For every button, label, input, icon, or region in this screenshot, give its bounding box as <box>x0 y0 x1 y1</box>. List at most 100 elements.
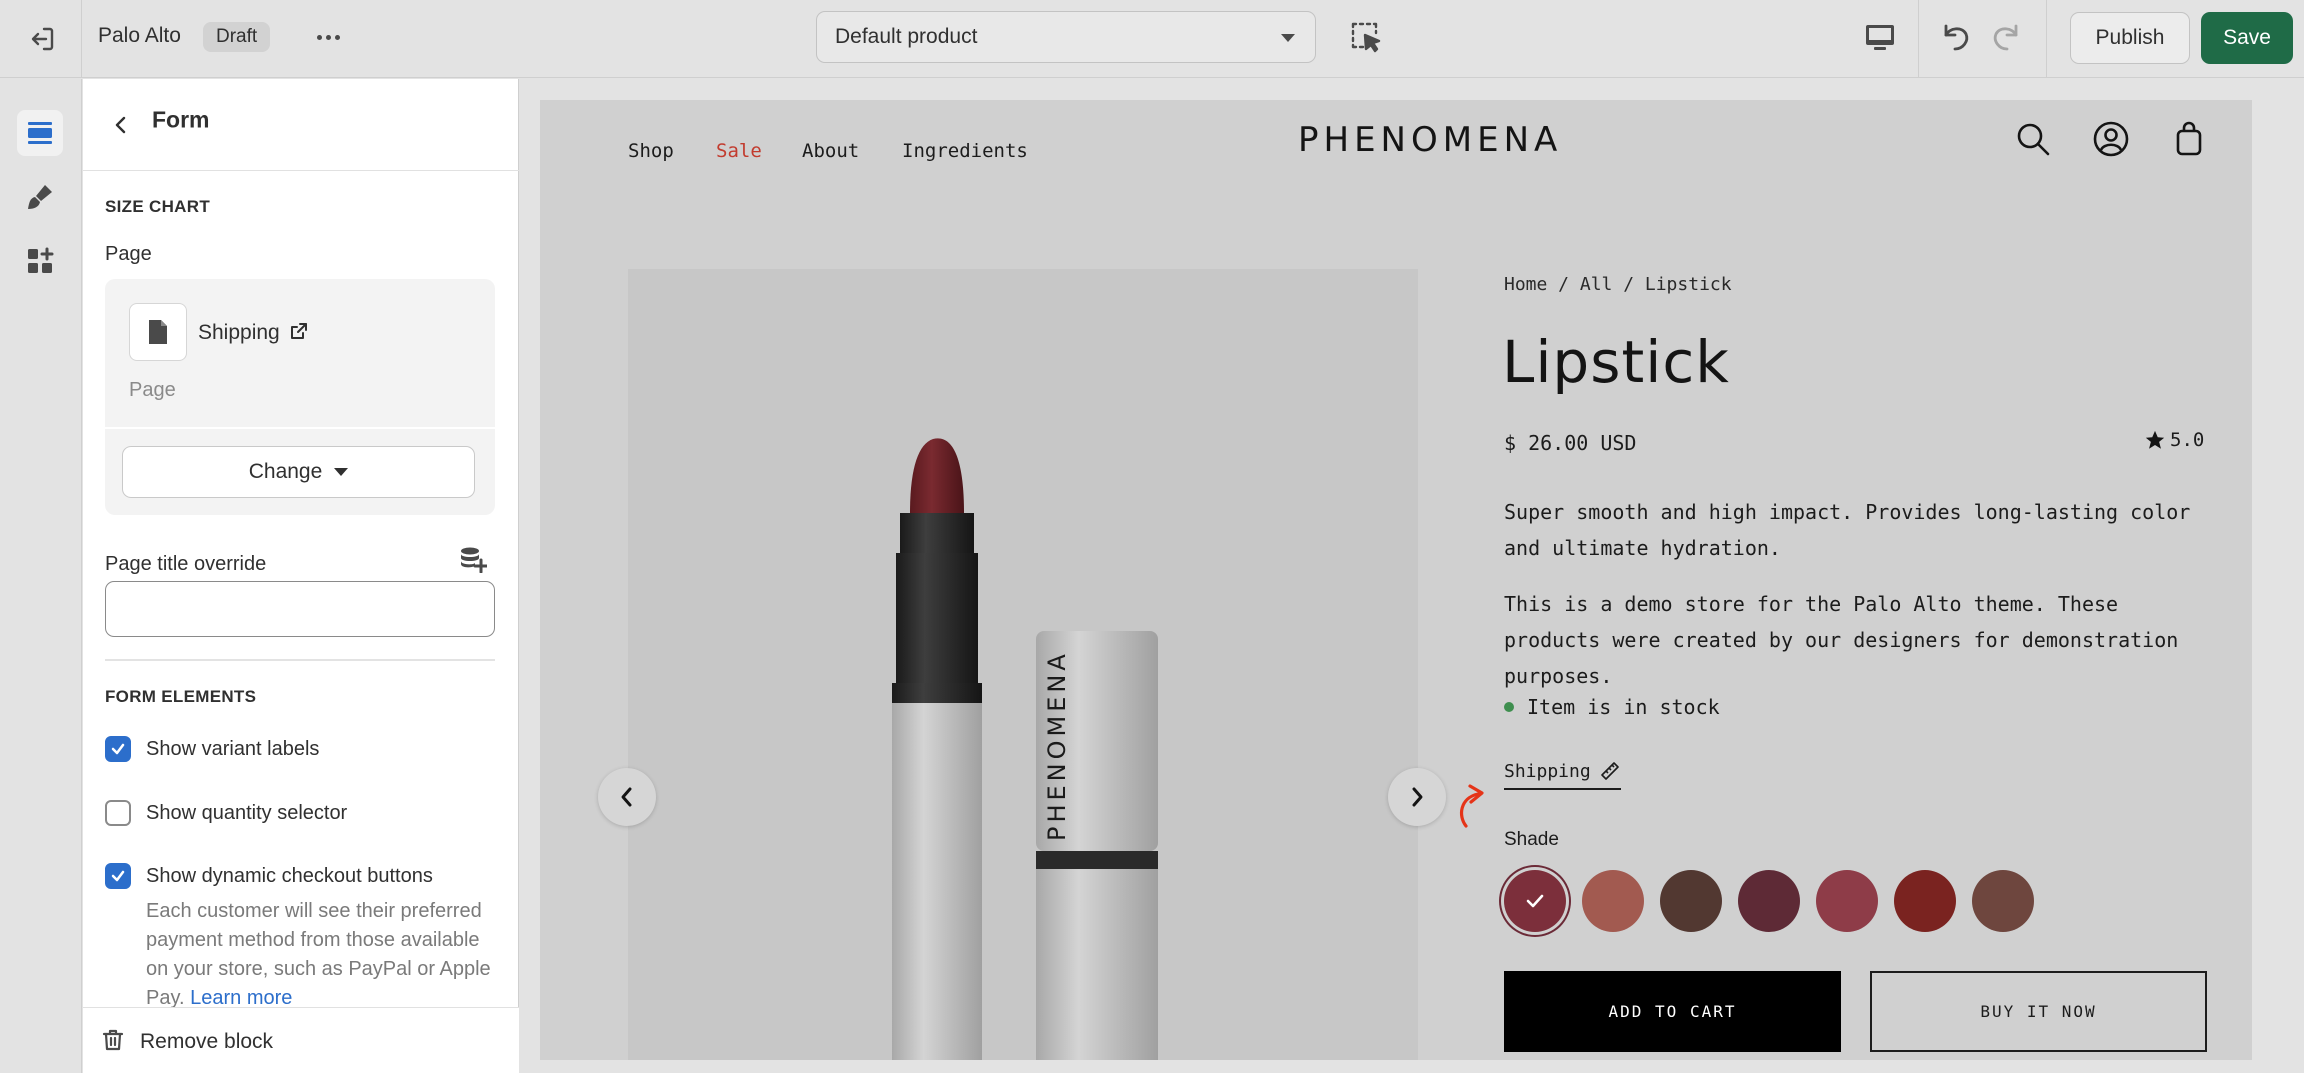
checkmark-icon <box>111 743 125 755</box>
chevron-left-icon <box>621 787 632 807</box>
panel-header: Form <box>83 79 519 171</box>
exit-editor-button[interactable] <box>0 0 82 78</box>
inspector-select-icon[interactable] <box>1348 19 1384 55</box>
star-icon <box>2145 430 2165 449</box>
buy-it-now-button[interactable]: BUY IT NOW <box>1870 971 2207 1052</box>
nav-link-about[interactable]: About <box>802 140 859 162</box>
product-price: $ 26.00 USD <box>1504 431 1637 455</box>
nav-link-shop[interactable]: Shop <box>628 140 674 162</box>
lipstick-illustration: PHENOMENA <box>892 438 1158 1060</box>
size-chart-link-label: Shipping <box>1504 760 1591 782</box>
shade-swatch[interactable] <box>1504 870 1566 932</box>
shade-label: Shade <box>1504 829 1559 850</box>
product-rating[interactable]: 5.0 <box>2144 429 2204 451</box>
shade-swatch[interactable] <box>1972 870 2034 932</box>
shade-swatch[interactable] <box>1816 870 1878 932</box>
apps-nav-button[interactable] <box>17 238 63 284</box>
document-icon <box>149 320 167 344</box>
change-button-label: Change <box>248 460 323 483</box>
storefront-preview: Shop Sale About Ingredients PHENOMENA PH… <box>540 100 2252 1060</box>
section-heading-size-chart: SIZE CHART <box>105 197 210 216</box>
annotation-arrow-icon <box>1459 784 1484 828</box>
shade-swatch[interactable] <box>1738 870 1800 932</box>
carousel-next-button[interactable] <box>1388 768 1446 826</box>
show-variant-labels-checkbox-row[interactable]: Show variant labels <box>105 736 319 762</box>
change-page-button[interactable]: Change <box>122 446 475 498</box>
shade-swatch[interactable] <box>1582 870 1644 932</box>
trash-icon[interactable] <box>101 1028 125 1052</box>
more-dots-icon <box>316 34 322 40</box>
show-dynamic-checkout-checkbox-row[interactable]: Show dynamic checkout buttons <box>105 863 433 889</box>
back-button[interactable] <box>105 109 137 141</box>
panel-title: Form <box>152 106 210 133</box>
shade-swatch[interactable] <box>1660 870 1722 932</box>
undo-icon[interactable] <box>1936 18 1974 56</box>
product-image: PHENOMENA <box>628 269 1418 1060</box>
ruler-icon <box>1600 762 1619 780</box>
show-quantity-selector-checkbox-row[interactable]: Show quantity selector <box>105 800 347 826</box>
nav-link-ingredients[interactable]: Ingredients <box>902 140 1028 162</box>
caret-down-icon <box>334 468 349 477</box>
show-quantity-selector-label: Show quantity selector <box>146 801 348 824</box>
checkmark-icon <box>1504 870 1566 932</box>
in-stock-dot <box>1504 702 1514 712</box>
carousel-prev-button[interactable] <box>598 768 656 826</box>
sections-nav-button[interactable] <box>17 110 63 156</box>
show-dynamic-checkout-label: Show dynamic checkout buttons <box>146 864 433 887</box>
add-to-cart-button[interactable]: ADD TO CART <box>1504 971 1841 1052</box>
page-thumbnail <box>129 303 187 361</box>
toolbar-divider <box>2046 0 2047 78</box>
search-icon[interactable] <box>2014 120 2052 158</box>
dynamic-source-icon[interactable] <box>459 545 487 573</box>
toolbar-divider <box>1918 0 1919 78</box>
more-actions-button[interactable] <box>310 22 346 52</box>
external-link-icon[interactable] <box>290 322 308 340</box>
stock-status: Item is in stock <box>1504 695 1720 719</box>
sections-icon <box>28 122 52 144</box>
theme-settings-nav-button[interactable] <box>17 174 63 220</box>
dynamic-checkout-help-text: Each customer will see their preferred p… <box>146 897 491 1013</box>
size-chart-link[interactable]: Shipping <box>1504 760 1621 790</box>
demo-store-note: This is a demo store for the Palo Alto t… <box>1504 592 2179 688</box>
editor-sidebar-rail <box>0 79 82 1073</box>
learn-more-link[interactable]: Learn more <box>190 987 292 1009</box>
selected-page-type: Page <box>129 379 176 401</box>
store-name: Palo Alto <box>98 24 181 47</box>
rating-value: 5.0 <box>2170 429 2205 451</box>
checkmark-icon <box>111 870 125 882</box>
selected-page-name[interactable]: Shipping <box>198 321 280 345</box>
block-settings-panel: Form SIZE CHART Page Shipping Page Chang… <box>83 79 519 1073</box>
save-button[interactable]: Save <box>2201 12 2293 64</box>
product-title: Lipstick <box>1502 328 1730 396</box>
remove-block-button[interactable]: Remove block <box>140 1030 273 1054</box>
page-title-override-input[interactable] <box>105 581 495 637</box>
template-select-value: Default product <box>835 25 978 48</box>
show-variant-labels-label: Show variant labels <box>146 737 320 760</box>
selected-page-card[interactable]: Shipping Page <box>105 279 495 427</box>
apps-icon <box>28 247 54 273</box>
redo-icon[interactable] <box>1988 18 2026 56</box>
breadcrumb[interactable]: Home / All / Lipstick <box>1504 274 1732 295</box>
publish-button[interactable]: Publish <box>2070 12 2190 64</box>
cart-bag-icon[interactable] <box>2170 120 2208 158</box>
show-quantity-selector-checkbox[interactable] <box>105 800 131 826</box>
panel-footer: Remove block <box>83 1007 519 1073</box>
exit-icon <box>31 27 53 51</box>
product-logo-text: PHENOMENA <box>1043 650 1071 841</box>
status-badge: Draft <box>203 22 271 52</box>
show-variant-labels-checkbox[interactable] <box>105 736 131 762</box>
template-select[interactable]: Default product <box>816 11 1316 63</box>
top-bar: Palo Alto Draft Default product Publish … <box>0 0 2304 78</box>
store-logo[interactable]: PHENOMENA <box>1298 120 1562 160</box>
chevron-down-icon <box>1281 34 1295 42</box>
paint-brush-icon <box>28 185 52 209</box>
product-description: Super smooth and high impact. Provides l… <box>1504 500 2191 560</box>
change-page-area: Change <box>105 429 495 515</box>
nav-link-sale[interactable]: Sale <box>716 140 762 162</box>
show-dynamic-checkout-checkbox[interactable] <box>105 863 131 889</box>
section-divider <box>105 659 495 661</box>
desktop-preview-icon[interactable] <box>1862 19 1898 55</box>
shade-swatch[interactable] <box>1894 870 1956 932</box>
page-field-label: Page <box>105 243 152 265</box>
account-icon[interactable] <box>2092 120 2130 158</box>
